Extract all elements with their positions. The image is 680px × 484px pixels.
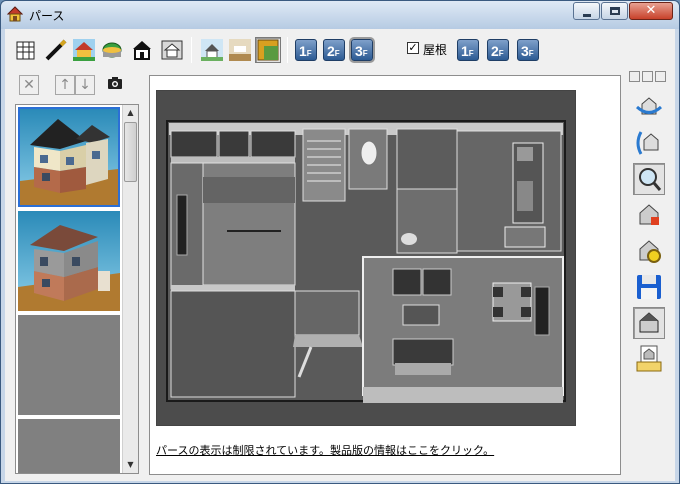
thumbnail-house-2[interactable] [18, 211, 120, 311]
terrain-icon [102, 42, 122, 58]
house-black-icon [133, 41, 151, 60]
floor-3-button[interactable]: 3F [349, 37, 375, 63]
magnifier-icon [639, 168, 662, 191]
toolbar-separator [191, 37, 192, 63]
room-icon [229, 39, 251, 61]
house-render-thumbnail [20, 109, 118, 205]
floor-number: 2 [327, 43, 335, 59]
thumbnail-toolbar: ✕ ↑ ↓ [9, 73, 129, 99]
floorplan-doc-button[interactable] [159, 37, 185, 63]
maximize-icon [610, 7, 620, 15]
building-button[interactable] [13, 37, 39, 63]
thumbnail-scrollbar[interactable]: ▲ ▼ [122, 105, 138, 473]
view-floor-3-button[interactable]: 3F [517, 39, 539, 61]
house-render-thumbnail [18, 211, 120, 311]
delete-button[interactable]: ✕ [19, 75, 39, 95]
room-button[interactable] [227, 37, 253, 63]
app-window: パース ✕ 1F 2F 3F ✓ 屋根 1F 2F 3F ✕ ↑ ↓ ▲ ▼ パ… [0, 0, 680, 484]
panel-restore-button[interactable] [642, 71, 653, 82]
rotate-horizontal-button[interactable] [633, 91, 665, 123]
toolbar-separator [287, 37, 288, 63]
terrain-button[interactable] [99, 37, 125, 63]
house-small-button[interactable] [199, 37, 225, 63]
camera-button[interactable] [105, 75, 125, 95]
house-color-icon [73, 39, 95, 61]
settings-button[interactable] [633, 235, 665, 267]
floor-2-button[interactable]: 2F [323, 39, 345, 61]
camera-icon [108, 77, 122, 89]
thumbnail-empty-slot[interactable] [18, 419, 120, 473]
floorplan-doc-icon [161, 40, 183, 60]
floor-number: 3 [355, 43, 363, 59]
pen-button[interactable] [43, 37, 69, 63]
close-icon: ✕ [645, 3, 657, 18]
floor-suffix: F [468, 49, 474, 58]
panel-dot-button[interactable] [629, 71, 640, 82]
gear-icon [639, 240, 661, 263]
roof-label: 屋根 [423, 43, 448, 57]
view-floor-1-button[interactable]: 1F [457, 39, 479, 61]
main-toolbar: 1F 2F 3F ✓ 屋根 1F 2F 3F [5, 29, 675, 69]
thumbnail-empty-slot[interactable] [18, 315, 120, 415]
floor-number: 3 [521, 43, 529, 59]
house-person-icon [639, 204, 659, 225]
tile-button[interactable] [255, 37, 281, 63]
scroll-down-icon[interactable]: ▼ [123, 457, 138, 473]
rotate-horizontal-icon [635, 97, 663, 115]
thumbnail-house-1[interactable] [18, 107, 120, 207]
arrow-up-icon: ↑ [59, 77, 71, 93]
move-up-button[interactable]: ↑ [55, 75, 75, 95]
walk-button[interactable] [633, 199, 665, 231]
client-area: 1F 2F 3F ✓ 屋根 1F 2F 3F ✕ ↑ ↓ ▲ ▼ パースの表示は… [5, 29, 675, 481]
window-controls: ✕ [572, 2, 673, 20]
house-app-icon [7, 6, 23, 22]
zoom-button[interactable] [633, 163, 665, 195]
floor-suffix: F [362, 49, 368, 58]
perspective-viewport[interactable] [156, 90, 576, 426]
view-tool-bar [629, 69, 673, 479]
panel-max-button[interactable] [655, 71, 666, 82]
house-small-icon [201, 39, 223, 61]
tile-icon [257, 39, 279, 61]
rotate-vertical-button[interactable] [633, 127, 665, 159]
rotate-vertical-icon [636, 131, 659, 155]
close-button[interactable]: ✕ [629, 2, 673, 20]
move-down-button[interactable]: ↓ [75, 75, 95, 95]
minimize-icon [583, 14, 591, 17]
export-button[interactable] [633, 343, 665, 375]
pen-icon [45, 39, 67, 61]
thumbnail-list[interactable]: ▲ ▼ [15, 104, 139, 474]
render-button[interactable] [633, 307, 665, 339]
house-render-icon [639, 312, 659, 333]
floorplan-3d-render [157, 91, 575, 425]
floppy-disk-icon [637, 275, 661, 299]
floor-number: 1 [461, 43, 469, 59]
building-icon [16, 41, 35, 60]
title-bar[interactable]: パース ✕ [1, 1, 679, 29]
view-floor-2-button[interactable]: 2F [487, 39, 509, 61]
arrow-down-icon: ↓ [79, 77, 91, 93]
floor-suffix: F [528, 49, 534, 58]
floor-suffix: F [334, 49, 340, 58]
delete-icon: ✕ [23, 77, 35, 93]
floor-suffix: F [498, 49, 504, 58]
floor-number: 1 [299, 43, 307, 59]
product-info-link[interactable]: パースの表示は制限されています。製品版の情報はここをクリック。 [156, 442, 494, 458]
scroll-up-icon[interactable]: ▲ [123, 105, 138, 121]
scroll-thumb[interactable] [124, 122, 137, 182]
save-button[interactable] [633, 271, 665, 303]
roof-checkbox[interactable]: ✓ [407, 42, 419, 54]
perspective-view-panel: パースの表示は制限されています。製品版の情報はここをクリック。 [149, 75, 621, 475]
house-color-button[interactable] [71, 37, 97, 63]
house-black-button[interactable] [129, 37, 155, 63]
floor-suffix: F [306, 49, 312, 58]
floor-number: 2 [491, 43, 499, 59]
floor-1-button[interactable]: 1F [295, 39, 317, 61]
maximize-button[interactable] [601, 2, 628, 20]
minimize-button[interactable] [573, 2, 600, 20]
window-title: パース [29, 9, 65, 23]
document-export-icon [636, 345, 662, 372]
